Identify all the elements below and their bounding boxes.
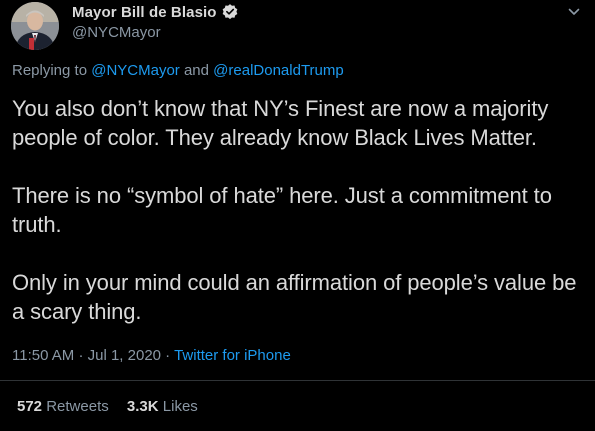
tweet-time[interactable]: 11:50 AM — [12, 347, 74, 364]
avatar[interactable] — [11, 2, 59, 50]
tweet-date[interactable]: Jul 1, 2020 — [88, 347, 161, 364]
reply-mention-nycmayor[interactable]: @NYCMayor — [91, 62, 180, 79]
retweets-label: Retweets — [46, 398, 109, 415]
tweet: Mayor Bill de Blasio @NYCMayor Replying … — [0, 0, 595, 431]
tweet-paragraph-3: Only in your mind could an affirmation o… — [12, 270, 577, 324]
retweets-stat[interactable]: 572 Retweets — [17, 398, 113, 415]
tweet-stats: 572 Retweets 3.3K Likes — [17, 398, 198, 415]
meta-separator: · — [78, 347, 84, 364]
divider — [0, 380, 595, 381]
name-row: Mayor Bill de Blasio — [72, 2, 239, 22]
likes-label: Likes — [162, 398, 198, 415]
tweet-meta: 11:50 AM · Jul 1, 2020 · Twitter for iPh… — [12, 347, 291, 364]
tweet-paragraph-2: There is no “symbol of hate” here. Just … — [12, 183, 552, 237]
reply-joiner: and — [183, 62, 209, 79]
handle[interactable]: @NYCMayor — [72, 24, 239, 41]
retweets-count: 572 — [17, 398, 43, 415]
verified-badge-icon — [221, 3, 239, 21]
reply-prefix: Replying to — [12, 62, 88, 79]
chevron-down-icon[interactable] — [567, 5, 581, 19]
replying-to: Replying to @NYCMayor and @realDonaldTru… — [12, 62, 344, 79]
author-block: Mayor Bill de Blasio @NYCMayor — [72, 2, 239, 41]
display-name[interactable]: Mayor Bill de Blasio — [72, 4, 217, 21]
meta-separator-2: · — [165, 347, 171, 364]
tweet-source-link[interactable]: Twitter for iPhone — [174, 347, 291, 364]
tweet-text: You also don’t know that NY’s Finest are… — [12, 94, 582, 326]
reply-mention-realdonaldtrump[interactable]: @realDonaldTrump — [213, 62, 344, 79]
tweet-paragraph-1: You also don’t know that NY’s Finest are… — [12, 96, 549, 150]
likes-count: 3.3K — [126, 398, 159, 415]
likes-stat[interactable]: 3.3K Likes — [127, 398, 198, 415]
